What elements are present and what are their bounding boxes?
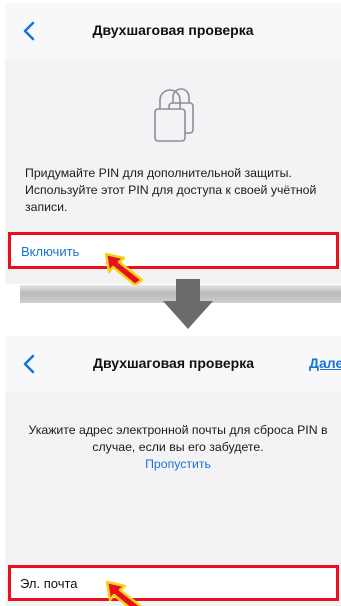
page-title: Двухшаговая проверка bbox=[92, 22, 254, 38]
navbar: Двухшаговая проверка bbox=[5, 3, 341, 59]
enable-button[interactable]: Включить bbox=[21, 244, 79, 259]
back-button[interactable] bbox=[19, 351, 39, 377]
email-description: Укажите адрес электронной почты для сбро… bbox=[15, 422, 341, 473]
enable-button-row[interactable]: Включить bbox=[8, 232, 339, 269]
email-description-text: Укажите адрес электронной почты для сбро… bbox=[28, 423, 328, 454]
illustration bbox=[5, 81, 341, 145]
page-title: Двухшаговая проверка bbox=[93, 355, 255, 371]
next-button[interactable]: Далее bbox=[309, 355, 341, 371]
red-arrow-icon bbox=[105, 580, 143, 606]
red-arrow-icon bbox=[104, 252, 144, 287]
pin-description: Придумайте PIN для дополнительной защиты… bbox=[25, 166, 317, 214]
skip-link[interactable]: Пропустить bbox=[15, 456, 341, 473]
navbar: Двухшаговая проверка Далее bbox=[5, 336, 341, 392]
email-placeholder: Эл. почта bbox=[20, 576, 78, 591]
down-arrow-icon bbox=[163, 279, 213, 329]
email-field[interactable]: Эл. почта bbox=[8, 565, 339, 601]
chevron-left-icon bbox=[23, 354, 35, 374]
lock-icon bbox=[154, 88, 194, 142]
